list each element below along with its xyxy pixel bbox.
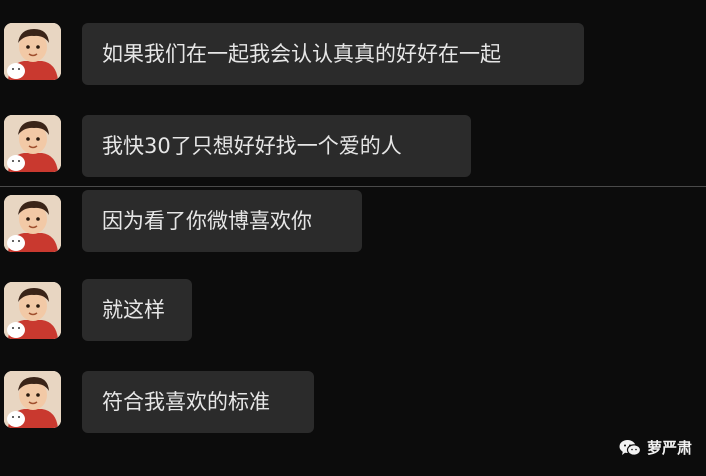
watermark-label: 萝严肃	[646, 439, 692, 457]
divider	[0, 186, 706, 187]
message-row: 符合我喜欢的标准	[0, 368, 706, 433]
avatar[interactable]	[4, 115, 61, 172]
message-row: 如果我们在一起我会认认真真的好好在一起	[0, 20, 706, 85]
message-row: 我快30了只想好好找一个爱的人	[0, 112, 706, 177]
avatar[interactable]	[4, 371, 61, 428]
message-row: 因为看了你微博喜欢你	[0, 190, 706, 254]
avatar[interactable]	[4, 23, 61, 80]
message-bubble[interactable]: 如果我们在一起我会认认真真的好好在一起	[82, 23, 584, 85]
chat-area: 如果我们在一起我会认认真真的好好在一起 我快30了只想好好找一个爱的人 因为看了…	[0, 0, 706, 476]
message-row: 就这样	[0, 279, 706, 343]
avatar[interactable]	[4, 195, 61, 252]
wechat-icon	[619, 439, 641, 456]
message-bubble[interactable]: 因为看了你微博喜欢你	[82, 190, 362, 252]
message-bubble[interactable]: 符合我喜欢的标准	[82, 371, 314, 433]
avatar[interactable]	[4, 282, 61, 339]
message-bubble[interactable]: 就这样	[82, 279, 192, 341]
message-bubble[interactable]: 我快30了只想好好找一个爱的人	[82, 115, 471, 177]
watermark: 萝严肃	[619, 437, 692, 458]
